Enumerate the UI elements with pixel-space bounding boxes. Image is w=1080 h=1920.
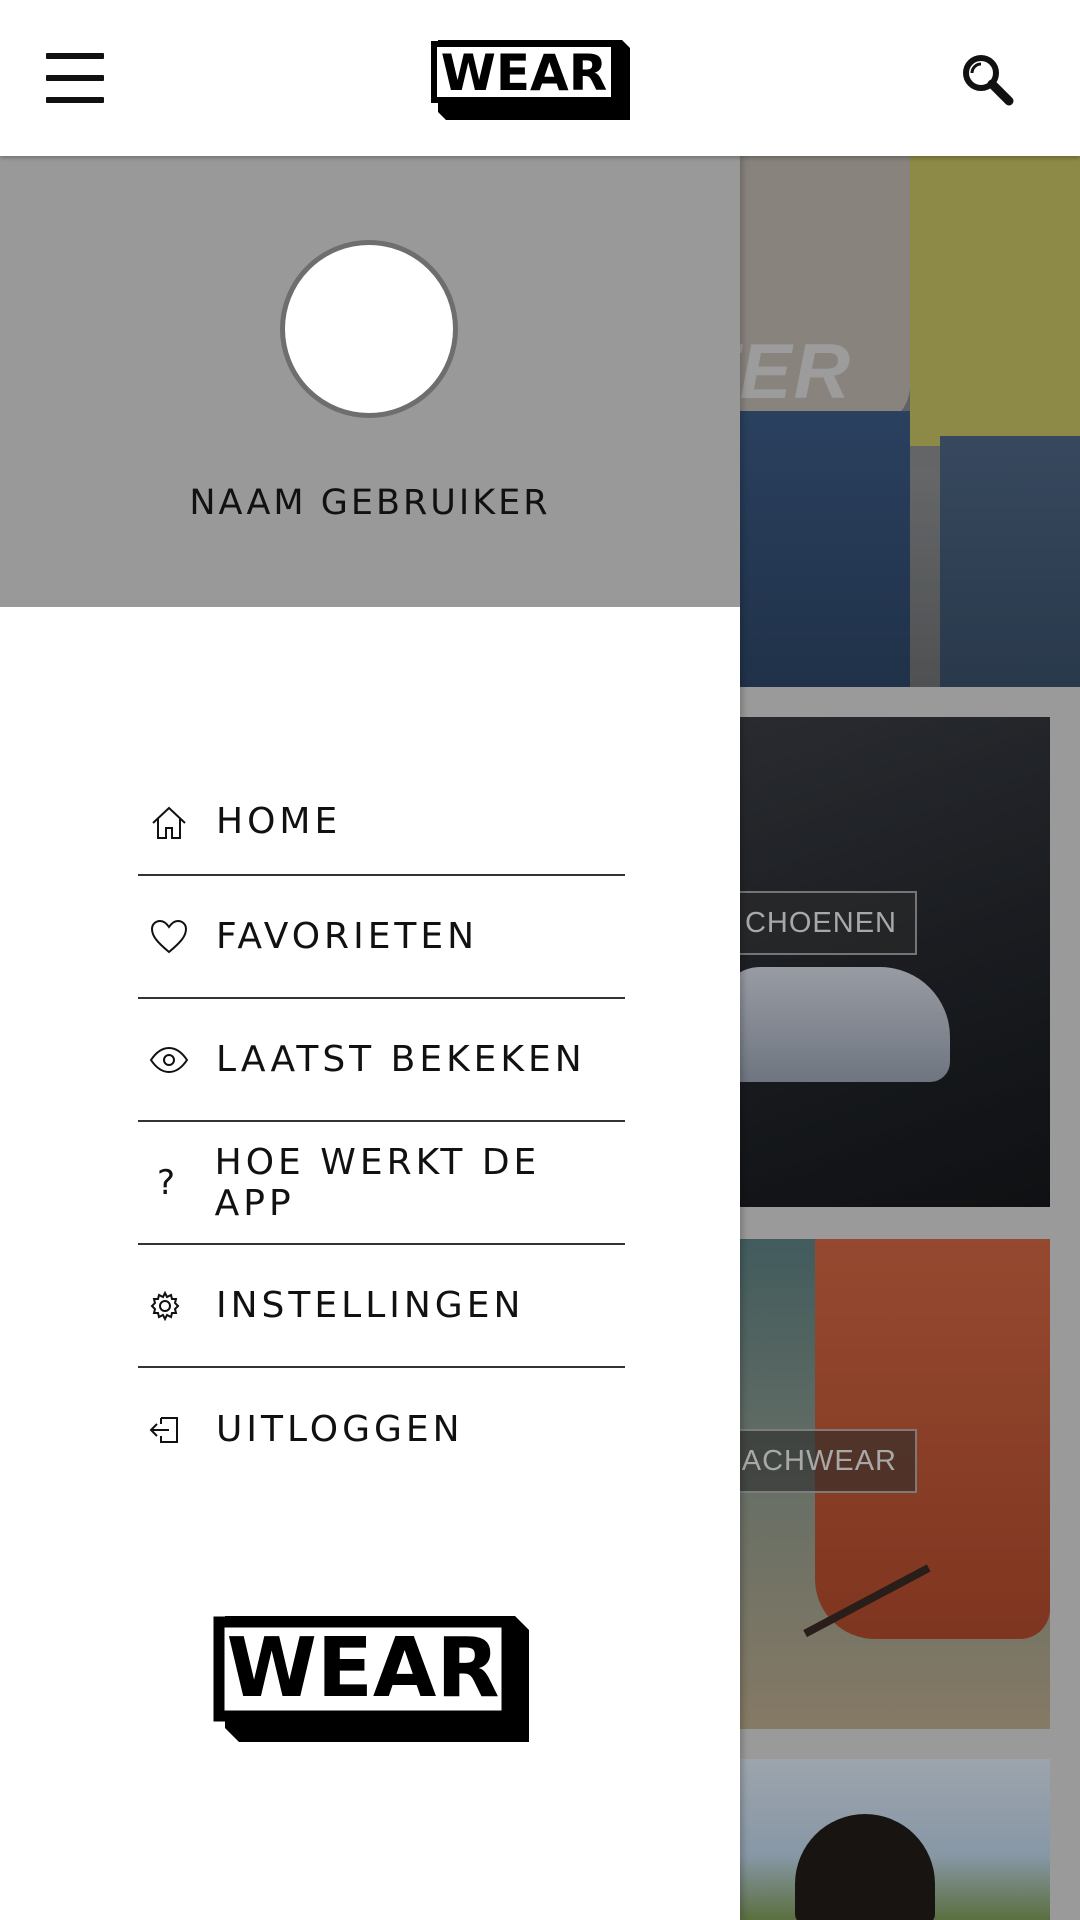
- menu-item-hoe-werkt-de-app[interactable]: ? HOE WERKT DE APP: [138, 1122, 625, 1245]
- eye-icon: [138, 1038, 202, 1082]
- logout-icon: [138, 1408, 202, 1452]
- search-icon[interactable]: [960, 52, 1014, 106]
- wear-logo[interactable]: WEAR: [430, 40, 630, 125]
- menu-item-label: HOE WERKT DE APP: [214, 1141, 541, 1224]
- wear-logo-bottom: WEAR: [213, 1616, 529, 1747]
- menu-item-label: UITLOGGEN: [216, 1409, 464, 1450]
- home-icon: [138, 801, 202, 845]
- drawer-menu: HOME FAVORIETEN LAATST BEKEKEN ? HOE WER…: [138, 779, 625, 1491]
- question-icon: ?: [138, 1161, 201, 1205]
- heart-icon: [138, 915, 202, 959]
- drawer-header: NAAM GEBRUIKER: [0, 156, 740, 607]
- menu-item-label: HOME: [216, 801, 342, 842]
- menu-item-home[interactable]: HOME: [138, 779, 625, 876]
- menu-item-uitloggen[interactable]: UITLOGGEN: [138, 1368, 625, 1491]
- avatar[interactable]: [280, 240, 458, 418]
- gear-icon: [138, 1284, 202, 1328]
- wear-logo-text: WEAR: [441, 44, 608, 102]
- wear-logo-text: WEAR: [226, 1621, 499, 1716]
- menu-item-favorieten[interactable]: FAVORIETEN: [138, 876, 625, 999]
- username: NAAM GEBRUIKER: [189, 483, 551, 523]
- navigation-drawer: NAAM GEBRUIKER HOME FAVORIETEN LAATST BE…: [0, 156, 740, 1920]
- menu-item-label: LAATST BEKEKEN: [216, 1039, 586, 1080]
- menu-item-instellingen[interactable]: INSTELLINGEN: [138, 1245, 625, 1368]
- top-app-bar: WEAR: [0, 0, 1080, 156]
- menu-item-label: FAVORIETEN: [216, 916, 479, 957]
- hamburger-menu-icon[interactable]: [46, 53, 104, 103]
- question-glyph: ?: [157, 1162, 176, 1203]
- menu-item-label: INSTELLINGEN: [216, 1285, 525, 1326]
- menu-item-laatst-bekeken[interactable]: LAATST BEKEKEN: [138, 999, 625, 1122]
